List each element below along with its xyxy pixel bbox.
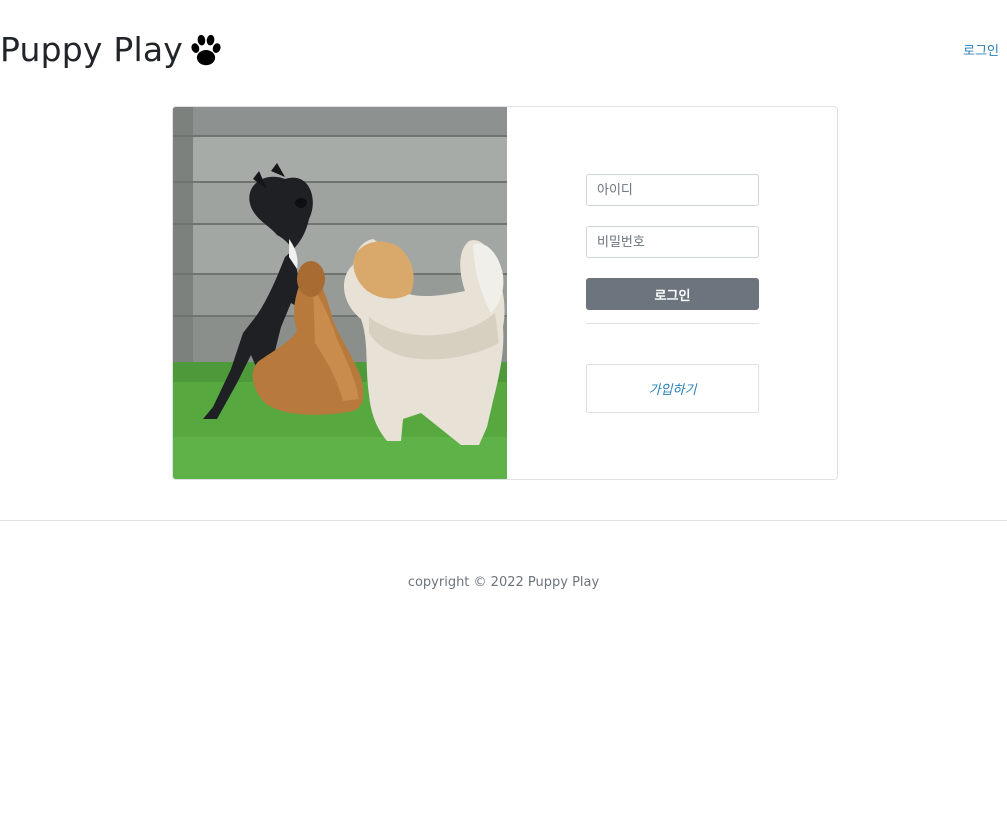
paw-icon — [191, 34, 221, 66]
login-button[interactable]: 로그인 — [586, 278, 759, 310]
brand[interactable]: Puppy Play — [0, 28, 225, 72]
login-form: 로그인 가입하기 — [507, 107, 837, 479]
site-header: Puppy Play 로그인 — [0, 0, 1007, 106]
copyright-text: copyright © 2022 Puppy Play — [407, 575, 600, 590]
dogs-photo — [173, 107, 507, 479]
footer-divider — [0, 520, 1007, 521]
signup-box: 가입하기 — [586, 364, 759, 413]
password-input[interactable] — [586, 226, 759, 258]
login-card: 로그인 가입하기 — [172, 106, 838, 480]
userid-input[interactable] — [586, 174, 759, 206]
dogs-illustration — [173, 107, 507, 479]
brand-title[interactable]: Puppy Play — [0, 28, 183, 72]
nav-login-link[interactable]: 로그인 — [963, 40, 999, 59]
form-divider — [586, 323, 759, 324]
signup-link[interactable]: 가입하기 — [649, 379, 697, 398]
